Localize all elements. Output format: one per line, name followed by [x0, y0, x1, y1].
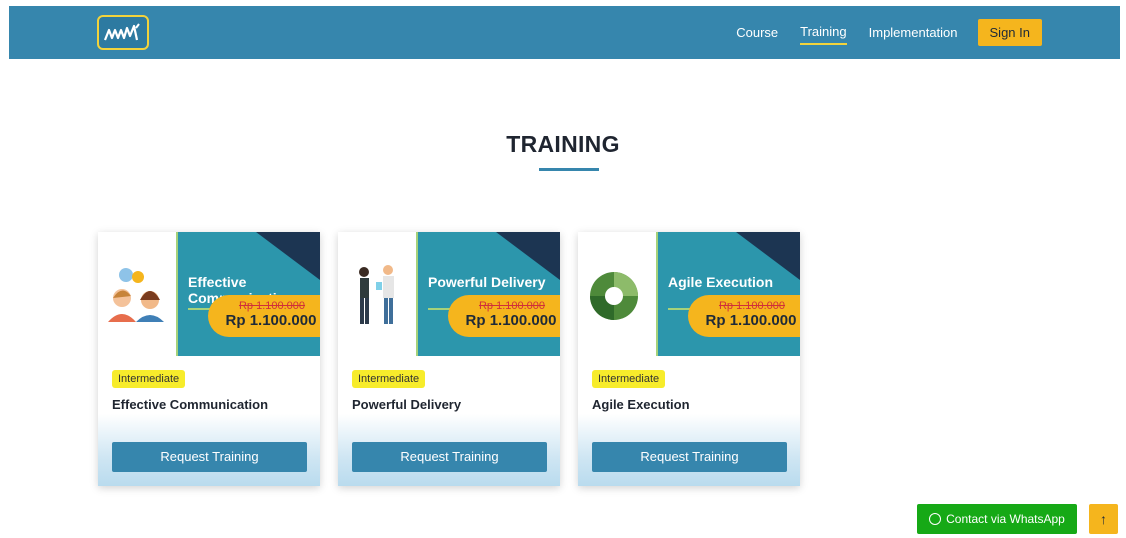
- old-price: Rp 1.100.000: [478, 300, 546, 312]
- price-tag: Rp 1.100.000 Rp 1.100.000: [688, 295, 800, 337]
- training-card: Effective Communication Rp 1.100.000 Rp …: [98, 232, 320, 486]
- card-title[interactable]: Agile Execution: [592, 397, 690, 412]
- banner-title: Agile Execution: [668, 274, 774, 290]
- top-navbar: Course Training Implementation Sign In: [9, 6, 1120, 59]
- whatsapp-icon: [929, 513, 942, 525]
- training-card: Powerful Delivery Rp 1.100.000 Rp 1.100.…: [338, 232, 560, 486]
- page: Course Training Implementation Sign In T…: [0, 0, 1126, 538]
- price-tag: Rp 1.100.000 Rp 1.100.000: [208, 295, 320, 337]
- people-chat-icon: [108, 268, 164, 322]
- banner-corner: [256, 232, 320, 280]
- old-price: Rp 1.100.000: [718, 300, 786, 312]
- mm-logo-icon[interactable]: [97, 15, 149, 50]
- nav-links: Course Training Implementation Sign In: [714, 19, 1042, 46]
- whatsapp-contact-button[interactable]: Contact via WhatsApp: [917, 504, 1077, 534]
- training-card: Agile Execution Rp 1.100.000 Rp 1.100.00…: [578, 232, 800, 486]
- level-badge: Intermediate: [592, 370, 666, 388]
- banner-corner: [736, 232, 800, 280]
- card-banner[interactable]: Powerful Delivery Rp 1.100.000 Rp 1.100.…: [338, 232, 560, 356]
- nav-link-course[interactable]: Course: [736, 20, 778, 46]
- agile-cycle-icon: [590, 272, 638, 320]
- section-title: TRAINING: [506, 131, 620, 157]
- new-price: Rp 1.100.000: [465, 312, 557, 329]
- whatsapp-label: Contact via WhatsApp: [946, 512, 1065, 526]
- level-badge: Intermediate: [352, 370, 426, 388]
- nav-link-training[interactable]: Training: [800, 21, 847, 45]
- new-price: Rp 1.100.000: [225, 312, 317, 329]
- arrow-up-icon: ↑: [1100, 511, 1107, 527]
- card-banner[interactable]: Agile Execution Rp 1.100.000 Rp 1.100.00…: [578, 232, 800, 356]
- scroll-top-button[interactable]: ↑: [1089, 504, 1118, 534]
- banner-corner: [496, 232, 560, 280]
- presenters-icon: [359, 265, 394, 324]
- card-title[interactable]: Effective Communication: [112, 397, 268, 412]
- level-badge: Intermediate: [112, 370, 186, 388]
- new-price: Rp 1.100.000: [705, 312, 797, 329]
- card-title[interactable]: Powerful Delivery: [352, 397, 461, 412]
- sign-in-button[interactable]: Sign In: [977, 19, 1042, 46]
- price-tag: Rp 1.100.000 Rp 1.100.000: [448, 295, 560, 337]
- request-training-button[interactable]: Request Training: [592, 442, 787, 472]
- card-banner[interactable]: Effective Communication Rp 1.100.000 Rp …: [98, 232, 320, 356]
- section-title-underline: [539, 168, 599, 171]
- nav-link-implementation[interactable]: Implementation: [869, 20, 958, 46]
- old-price: Rp 1.100.000: [238, 300, 306, 312]
- banner-title: Powerful Delivery: [428, 274, 546, 290]
- request-training-button[interactable]: Request Training: [112, 442, 307, 472]
- request-training-button[interactable]: Request Training: [352, 442, 547, 472]
